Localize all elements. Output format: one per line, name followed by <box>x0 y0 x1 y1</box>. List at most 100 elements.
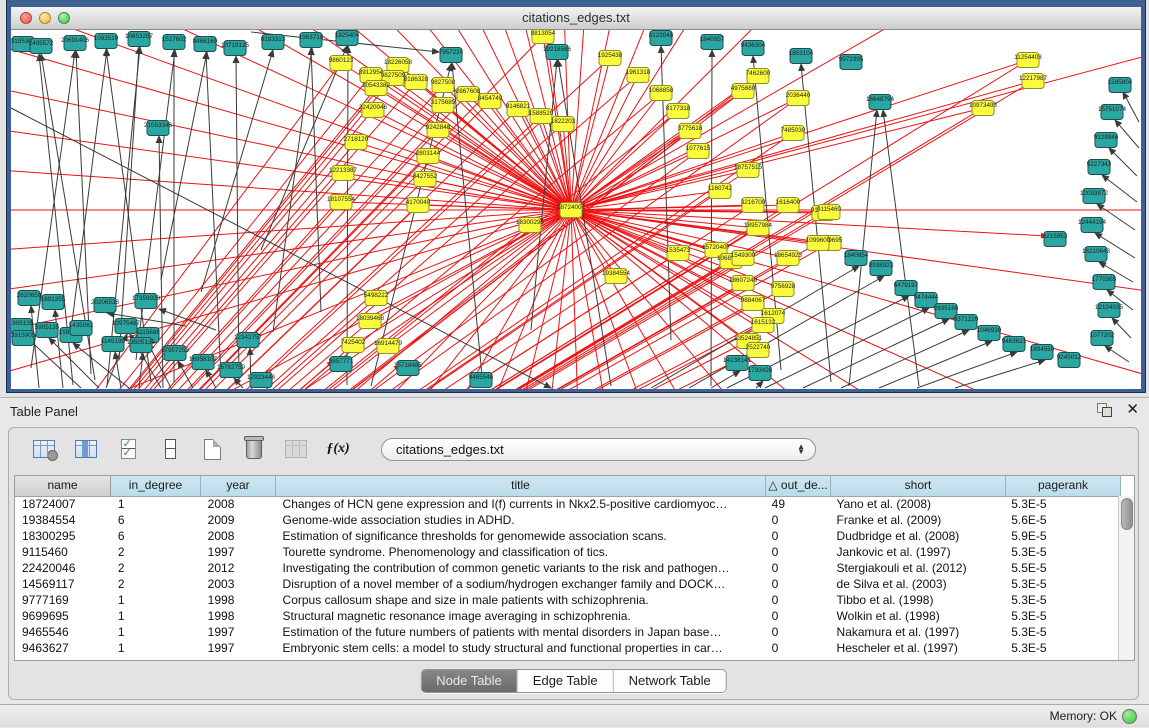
graph-node[interactable]: 1925404 <box>335 31 360 46</box>
graph-node[interactable]: 18039468 <box>356 314 385 329</box>
graph-node[interactable]: 7425402 <box>341 338 366 353</box>
graph-node[interactable]: 1853104 <box>789 49 814 64</box>
graph-node[interactable]: 9465546 <box>469 373 494 388</box>
table-row[interactable]: 969969511998Structural magnetic resonanc… <box>15 608 1119 624</box>
table-cell[interactable]: 9699695 <box>15 609 111 623</box>
graph-node[interactable]: 2718120 <box>344 135 369 150</box>
graph-node[interactable]: 8938923 <box>869 261 894 276</box>
graph-node[interactable]: 8177318 <box>666 104 691 119</box>
graph-node[interactable]: 1961318 <box>626 68 651 83</box>
table-cell[interactable]: 0 <box>765 577 830 591</box>
graph-node[interactable]: 12342757 <box>234 333 263 348</box>
graph-node[interactable]: 1160742 <box>708 184 733 199</box>
graph-node[interactable]: 2620650 <box>17 291 42 306</box>
column-header-in_degree[interactable]: in_degree <box>111 476 201 496</box>
table-cell[interactable]: 22420046 <box>15 561 111 575</box>
column-header-title[interactable]: title <box>276 476 766 496</box>
table-cell[interactable]: 5.5E-5 <box>1004 561 1119 575</box>
table-row[interactable]: 911546021997Tourette syndrome. Phenomeno… <box>15 544 1119 560</box>
table-cell[interactable]: 0 <box>765 641 830 655</box>
table-cell[interactable]: 0 <box>765 561 830 575</box>
table-cell[interactable]: 2009 <box>201 513 276 527</box>
graph-node[interactable]: 20691406 <box>61 36 90 51</box>
table-cell[interactable]: Disruption of a novel member of a sodium… <box>276 577 765 591</box>
graph-node[interactable]: 10973493 <box>969 101 998 116</box>
graph-node[interactable]: 12104035 <box>1095 303 1124 318</box>
table-cell[interactable]: 5.6E-5 <box>1004 513 1119 527</box>
table-cell[interactable]: 2008 <box>201 497 276 511</box>
table-cell[interactable]: Jankovic et al. (1997) <box>830 545 1005 559</box>
graph-node[interactable]: 9463621 <box>1002 337 1027 352</box>
graph-node[interactable]: 8193313 <box>261 35 286 50</box>
graph-node[interactable]: 3915905 <box>11 331 36 346</box>
graph-node[interactable]: 12923448 <box>247 373 276 388</box>
graph-node[interactable]: 1549300 <box>731 251 756 266</box>
graph-node[interactable]: 1093519 <box>94 34 119 49</box>
create-column-button[interactable] <box>199 436 225 462</box>
graph-node[interactable]: 18724007 <box>557 203 586 218</box>
table-cell[interactable]: Tourette syndrome. Phenomenology and cla… <box>276 545 765 559</box>
table-cell[interactable]: 5.3E-5 <box>1004 577 1119 591</box>
graph-node[interactable]: 10653287 <box>125 32 154 47</box>
table-cell[interactable]: 5.3E-5 <box>1004 545 1119 559</box>
graph-node[interactable]: 9827508 <box>431 78 456 93</box>
table-row[interactable]: 1938455462009Genome-wide association stu… <box>15 512 1119 528</box>
graph-node[interactable]: 1770365 <box>1092 275 1117 290</box>
graph-node[interactable]: 8186328 <box>404 75 429 90</box>
graph-node[interactable]: 21053346 <box>144 121 173 136</box>
graph-node[interactable]: 4975680 <box>731 84 756 99</box>
table-cell[interactable]: Corpus callosum shape and size in male p… <box>276 593 765 607</box>
table-cell[interactable]: 0 <box>765 625 830 639</box>
table-cell[interactable]: 1998 <box>201 609 276 623</box>
function-builder-button[interactable]: ƒ(x) <box>325 436 351 462</box>
table-cell[interactable]: 1 <box>111 593 201 607</box>
graph-node[interactable]: 7957224 <box>439 48 464 63</box>
table-cell[interactable]: 9463627 <box>15 641 111 655</box>
row-height-button[interactable] <box>157 436 183 462</box>
column-header-short[interactable]: short <box>831 476 1006 496</box>
table-cell[interactable]: 1 <box>111 609 201 623</box>
graph-node[interactable]: 12093872 <box>1080 189 1109 204</box>
zoom-window-button[interactable] <box>58 12 70 24</box>
table-cell[interactable]: Stergiakouli et al. (2012) <box>830 561 1005 575</box>
column-header-year[interactable]: year <box>201 476 276 496</box>
tab-network-table[interactable]: Network Table <box>613 670 726 692</box>
table-cell[interactable]: Genome-wide association studies in ADHD. <box>276 513 765 527</box>
table-cell[interactable]: Changes of HCN gene expression and I(f) … <box>276 497 765 511</box>
graph-node[interactable]: 12213387 <box>329 166 358 181</box>
graph-node[interactable]: 18654923 <box>774 251 803 266</box>
table-cell[interactable]: 5.3E-5 <box>1004 593 1119 607</box>
graph-node[interactable]: 13505135 <box>127 338 156 353</box>
table-cell[interactable]: 6 <box>111 513 201 527</box>
graph-node[interactable]: 12444194 <box>1078 218 1107 233</box>
graph-node[interactable]: 9129946 <box>1094 133 1119 148</box>
graph-node[interactable]: 2803144 <box>416 149 441 164</box>
graph-node[interactable]: 16958107 <box>189 355 218 370</box>
window-titlebar[interactable]: citations_edges.txt <box>11 7 1141 30</box>
table-cell[interactable]: 1998 <box>201 593 276 607</box>
table-cell[interactable]: Estimation of the future numbers of pati… <box>276 625 765 639</box>
column-header-out_de[interactable]: △ out_de... <box>766 476 831 496</box>
table-options-button[interactable] <box>31 436 57 462</box>
table-cell[interactable]: Franke et al. (2009) <box>830 513 1005 527</box>
table-cell[interactable]: 19384554 <box>15 513 111 527</box>
table-cell[interactable]: 49 <box>765 497 830 511</box>
table-row[interactable]: 946362711997Embryonic stem cells: a mode… <box>15 640 1119 656</box>
graph-node[interactable]: 8123048 <box>649 31 674 46</box>
table-cell[interactable]: Nakamura et al. (1997) <box>830 625 1005 639</box>
graph-node[interactable]: 9371220 <box>954 315 979 330</box>
graph-node[interactable]: 2405572 <box>29 39 54 54</box>
graph-node[interactable]: 1963718 <box>299 33 324 48</box>
graph-node[interactable]: 16648794 <box>866 95 895 110</box>
close-window-button[interactable] <box>20 12 32 24</box>
graph-node[interactable]: 5498222 <box>364 291 389 306</box>
table-cell[interactable]: 0 <box>765 529 830 543</box>
table-cell[interactable]: 5.3E-5 <box>1004 625 1119 639</box>
graph-node[interactable]: 9972395 <box>839 55 864 70</box>
delete-column-button[interactable] <box>241 436 267 462</box>
table-cell[interactable]: 5.9E-5 <box>1004 529 1119 543</box>
graph-node[interactable]: 12217987 <box>1019 74 1048 89</box>
close-icon[interactable]: ✕ <box>1126 403 1139 417</box>
tab-edge-table[interactable]: Edge Table <box>517 670 613 692</box>
memory-status-icon[interactable] <box>1122 709 1137 724</box>
